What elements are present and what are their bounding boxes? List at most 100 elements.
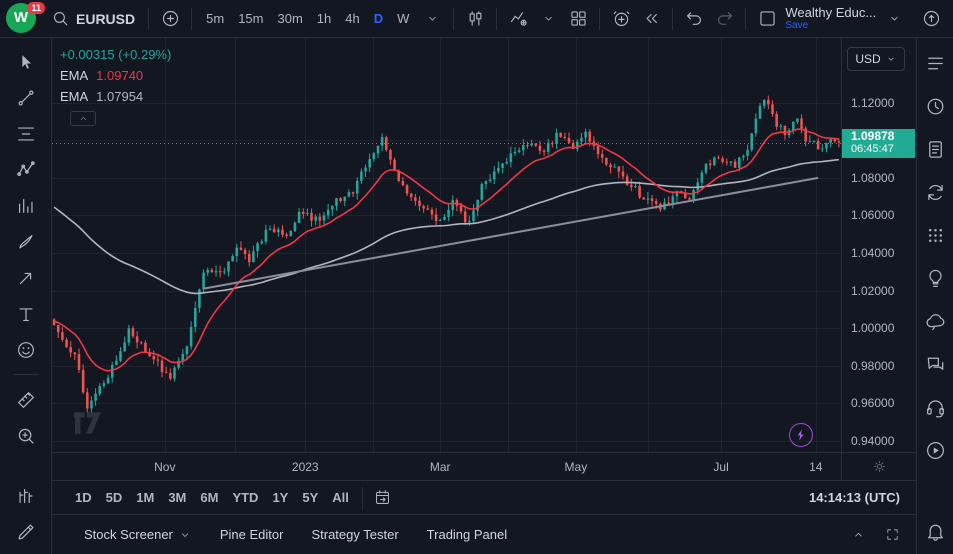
panel-tab-stock-screener[interactable]: Stock Screener bbox=[70, 515, 206, 554]
panel-tab-pine-editor[interactable]: Pine Editor bbox=[206, 515, 298, 554]
indicators-icon[interactable] bbox=[504, 5, 532, 33]
layout-icon[interactable] bbox=[753, 5, 781, 33]
chart-settings-gear-icon[interactable] bbox=[872, 459, 887, 474]
timeframe-30m[interactable]: 30m bbox=[270, 6, 309, 32]
chart-center-column: +0.00315 (+0.29%) EMA1.09740EMA1.07954 U… bbox=[52, 38, 916, 554]
currency-toggle-button[interactable]: USD bbox=[847, 47, 905, 71]
range-1y[interactable]: 1Y bbox=[265, 486, 295, 509]
price-tick-label: 1.00000 bbox=[851, 321, 894, 335]
toolbar-separator bbox=[745, 8, 746, 30]
dom-grid-icon[interactable] bbox=[922, 222, 948, 248]
emoji-tool-icon[interactable] bbox=[8, 333, 44, 366]
date-range-toolbar: 1D5D1M3M6MYTD1Y5YAll 14:14:13 (UTC) bbox=[52, 480, 916, 514]
chart-plot: +0.00315 (+0.29%) EMA1.09740EMA1.07954 bbox=[52, 38, 841, 452]
timeframe-1h[interactable]: 1h bbox=[310, 6, 338, 32]
range-1d[interactable]: 1D bbox=[68, 486, 99, 509]
tutorials-icon[interactable] bbox=[922, 437, 948, 463]
support-icon[interactable] bbox=[922, 394, 948, 420]
range-1m[interactable]: 1M bbox=[129, 486, 161, 509]
price-tick-label: 1.04000 bbox=[851, 246, 894, 260]
boost-lightning-icon[interactable] bbox=[789, 423, 813, 447]
panel-tab-label: Strategy Tester bbox=[311, 527, 398, 542]
zoom-tool-icon[interactable] bbox=[8, 419, 44, 452]
go-to-date-icon[interactable] bbox=[369, 485, 397, 511]
arrow-tool-icon[interactable] bbox=[8, 261, 44, 294]
notification-count-badge: 11 bbox=[27, 2, 45, 14]
text-tool-icon[interactable] bbox=[8, 297, 44, 330]
fib-retracement-tool-icon[interactable] bbox=[8, 117, 44, 150]
indicator-row-1[interactable]: EMA1.07954 bbox=[60, 89, 171, 104]
redo-icon[interactable] bbox=[710, 5, 738, 33]
search-icon[interactable] bbox=[46, 5, 74, 33]
price-tick-label: 1.06000 bbox=[851, 208, 894, 222]
cursor-tool-icon[interactable] bbox=[8, 45, 44, 78]
timeframe-5m[interactable]: 5m bbox=[199, 6, 231, 32]
timeframe-4h[interactable]: 4h bbox=[338, 6, 366, 32]
watchlist-icon[interactable] bbox=[922, 50, 948, 76]
time-tick-label: Mar bbox=[430, 460, 451, 474]
time-tick-label: 2023 bbox=[292, 460, 319, 474]
timeframe-D[interactable]: D bbox=[367, 6, 390, 32]
timeframe-buttons: 5m15m30m1h4hDW bbox=[199, 6, 416, 32]
chart-style-candles-icon[interactable] bbox=[461, 5, 489, 33]
trade-journal-icon[interactable] bbox=[922, 136, 948, 162]
timeframe-W[interactable]: W bbox=[390, 6, 416, 32]
create-alert-icon[interactable] bbox=[607, 5, 635, 33]
price-axis[interactable]: USD 1.09878 06:45:47 1.120001.100001.080… bbox=[841, 38, 916, 452]
layout-chevron-down-icon[interactable] bbox=[880, 5, 908, 33]
range-all[interactable]: All bbox=[325, 486, 356, 509]
legend-collapse-button[interactable] bbox=[70, 111, 96, 126]
time-axis[interactable]: Nov2023MarMayJul14 bbox=[52, 452, 916, 480]
range-ytd[interactable]: YTD bbox=[225, 486, 265, 509]
broker-logo[interactable]: W 11 bbox=[6, 3, 40, 35]
panel-tab-trading-panel[interactable]: Trading Panel bbox=[413, 515, 521, 554]
publish-icon[interactable] bbox=[917, 5, 945, 33]
ideas-icon[interactable] bbox=[922, 265, 948, 291]
hotlists-icon[interactable] bbox=[922, 179, 948, 205]
current-price-badge: 1.09878 06:45:47 bbox=[842, 129, 915, 158]
utc-clock[interactable]: 14:14:13 (UTC) bbox=[809, 490, 900, 505]
timeframe-15m[interactable]: 15m bbox=[231, 6, 270, 32]
layout-templates-icon[interactable] bbox=[564, 5, 592, 33]
undo-icon[interactable] bbox=[680, 5, 708, 33]
layout-title: Wealthy Educ... bbox=[785, 6, 876, 19]
time-tick-label: Jul bbox=[713, 460, 728, 474]
time-tick-label: 14 bbox=[809, 460, 822, 474]
pattern-tool-icon[interactable] bbox=[8, 153, 44, 186]
alerts-icon[interactable] bbox=[922, 93, 948, 119]
chart-legend: +0.00315 (+0.29%) EMA1.09740EMA1.07954 bbox=[60, 47, 171, 126]
toolbar-separator bbox=[362, 487, 363, 509]
indicator-label: EMA bbox=[60, 89, 88, 104]
forecast-tool-icon[interactable] bbox=[8, 189, 44, 222]
panel-expand-chevron-up-icon[interactable] bbox=[844, 521, 872, 549]
public-chat-icon[interactable] bbox=[922, 308, 948, 334]
range-6m[interactable]: 6M bbox=[193, 486, 225, 509]
measure-tool-icon[interactable] bbox=[8, 383, 44, 416]
notifications-icon[interactable] bbox=[922, 518, 948, 544]
compare-add-icon[interactable] bbox=[156, 5, 184, 33]
price-tick-label: 1.02000 bbox=[851, 284, 894, 298]
indicators-chevron-down-icon[interactable] bbox=[534, 5, 562, 33]
indicator-legend: EMA1.09740EMA1.07954 bbox=[60, 68, 171, 104]
panel-tab-strategy-tester[interactable]: Strategy Tester bbox=[297, 515, 412, 554]
indicator-value: 1.09740 bbox=[96, 68, 143, 83]
toolbar-divider bbox=[13, 374, 39, 375]
range-5d[interactable]: 5D bbox=[99, 486, 130, 509]
time-tick-label: Nov bbox=[154, 460, 175, 474]
panel-tab-label: Stock Screener bbox=[84, 527, 173, 542]
private-chats-icon[interactable] bbox=[922, 351, 948, 377]
edit-drawings-tool-icon[interactable] bbox=[8, 515, 44, 548]
timeframe-chevron-down-icon[interactable] bbox=[418, 5, 446, 33]
save-layout-link[interactable]: Save bbox=[785, 19, 876, 32]
indicator-row-0[interactable]: EMA1.09740 bbox=[60, 68, 171, 83]
bar-replay-icon[interactable] bbox=[637, 5, 665, 33]
price-tick-label: 0.98000 bbox=[851, 359, 894, 373]
layout-menu[interactable]: Wealthy Educ... Save bbox=[785, 6, 876, 32]
symbol-name[interactable]: EURUSD bbox=[76, 11, 135, 27]
brush-tool-icon[interactable] bbox=[8, 225, 44, 258]
range-5y[interactable]: 5Y bbox=[295, 486, 325, 509]
pattern-bars-tool-icon[interactable] bbox=[8, 479, 44, 512]
panel-maximize-icon[interactable] bbox=[878, 521, 906, 549]
trend-line-tool-icon[interactable] bbox=[8, 81, 44, 114]
range-3m[interactable]: 3M bbox=[161, 486, 193, 509]
